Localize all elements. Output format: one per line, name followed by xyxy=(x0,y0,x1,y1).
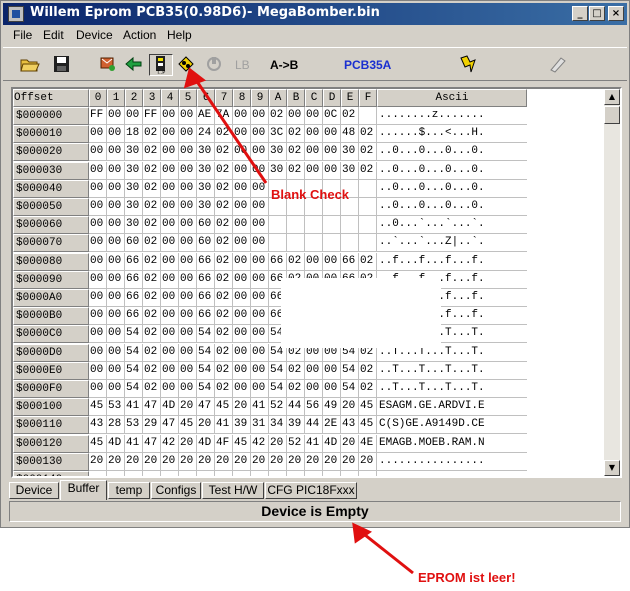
blank-check-arrow-line xyxy=(194,79,268,184)
blank-check-arrowhead xyxy=(183,67,207,89)
eprom-empty-arrowhead xyxy=(352,522,373,544)
annotation-overlay xyxy=(183,67,414,575)
blank-check-annotation: Blank Check xyxy=(271,187,350,202)
eprom-empty-arrow-line xyxy=(359,529,414,575)
eprom-empty-annotation: EPROM ist leer! xyxy=(418,570,516,585)
